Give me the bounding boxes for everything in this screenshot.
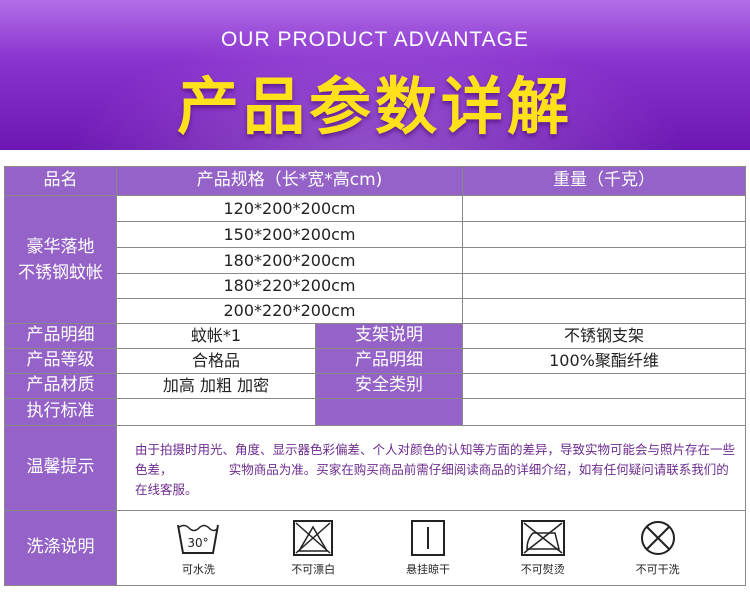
tips-text: 由于拍摄时用光、角度、显示器色彩偏差、个人对颜色的认知等方面的差异，导致实物可能… (116, 425, 746, 511)
care-item: 30° 可水洗 (163, 519, 233, 577)
banner-subtitle: OUR PRODUCT ADVANTAGE (220, 28, 530, 51)
banner-title: 产品参数详解 (176, 70, 573, 143)
row-value: 蚊帐*1 (116, 323, 316, 349)
wash-label: 洗涤说明 (4, 510, 117, 586)
no-iron-icon (520, 520, 565, 557)
size-cell: 120*200*200cm (116, 195, 463, 222)
row-value: 100%聚酯纤维 (462, 348, 746, 374)
row-label: 产品材质 (4, 373, 117, 399)
no-bleach-icon (293, 520, 334, 557)
row-value (116, 398, 316, 426)
hang-dry-icon (410, 520, 445, 557)
tips-label: 温馨提示 (4, 425, 117, 511)
care-item: 不可熨烫 (508, 519, 578, 577)
wash-instructions: 30° 可水洗 不可漂白 悬挂晾干 不可熨烫 不可干洗 (116, 510, 746, 586)
row-label: 产品明细 (4, 323, 117, 349)
row-label: 执行标准 (4, 398, 117, 426)
product-parameter-table: 品名 产品规格（长*宽*高cm) 重量（千克） 豪华落地 不锈钢蚊帐 120*2… (0, 166, 750, 586)
care-label: 悬挂晾干 (405, 563, 450, 577)
weight-cell (462, 273, 746, 299)
size-cell: 180*200*200cm (116, 247, 463, 274)
care-label: 不可漂白 (291, 563, 336, 577)
care-label: 可水洗 (181, 563, 215, 577)
no-dry-clean-icon (640, 521, 675, 556)
weight-cell (462, 195, 746, 222)
row-label: 支架说明 (315, 323, 463, 349)
header-weight-cell: 重量（千克） (462, 166, 746, 196)
wash-30-icon: 30° (177, 524, 220, 555)
header-spec-cell: 产品规格（长*宽*高cm) (116, 166, 463, 196)
size-cell: 150*200*200cm (116, 221, 463, 248)
weight-cell (462, 221, 746, 248)
care-item: 不可漂白 (278, 519, 348, 577)
product-name-cell: 豪华落地 不锈钢蚊帐 (4, 195, 117, 324)
row-label: 安全类别 (315, 373, 463, 399)
care-item: 不可干洗 (623, 519, 693, 577)
care-label: 不可熨烫 (520, 563, 565, 577)
svg-text:30°: 30° (188, 536, 209, 550)
row-value (462, 373, 746, 399)
row-value (462, 398, 746, 426)
row-label: 产品等级 (4, 348, 117, 374)
care-item: 悬挂晾干 (393, 519, 463, 577)
care-label: 不可干洗 (635, 563, 680, 577)
header-name-cell: 品名 (4, 166, 117, 196)
size-cell: 200*220*200cm (116, 298, 463, 324)
size-cell: 180*220*200cm (116, 273, 463, 299)
weight-cell (462, 298, 746, 324)
row-value: 不锈钢支架 (462, 323, 746, 349)
row-value: 加高 加粗 加密 (116, 373, 316, 399)
header-banner: OUR PRODUCT ADVANTAGE 产品参数详解 (0, 0, 750, 150)
row-label (315, 398, 463, 426)
row-label: 产品明细 (315, 348, 463, 374)
row-value: 合格品 (116, 348, 316, 374)
weight-cell (462, 247, 746, 274)
